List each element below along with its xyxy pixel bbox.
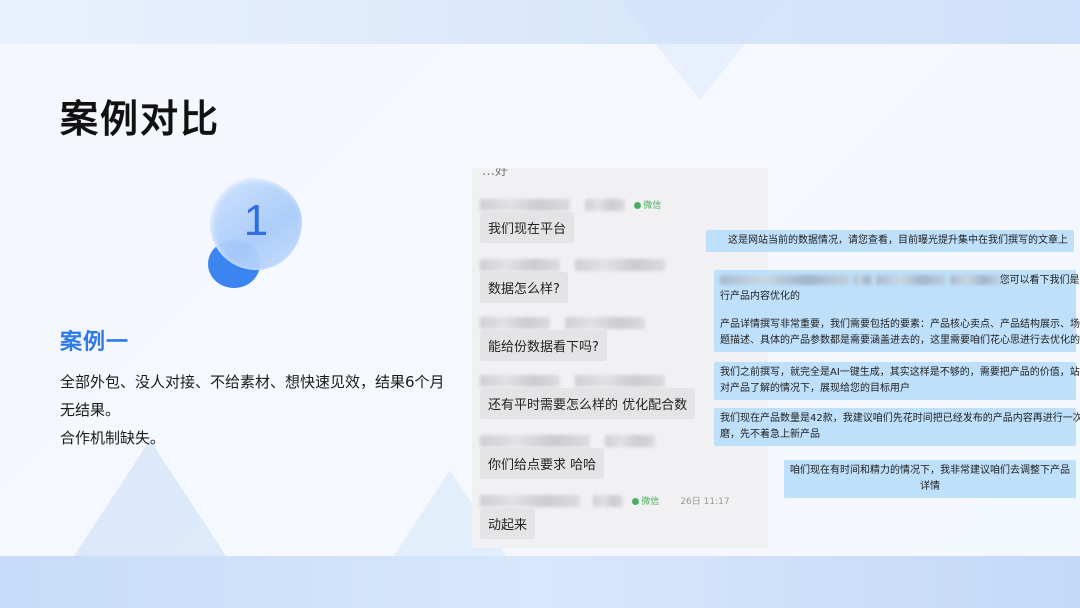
blurred-name: [480, 374, 560, 387]
chat-bubble: 还有平时需要怎么样的 优化配合数: [480, 388, 696, 419]
sender-row: [480, 430, 656, 447]
decor-triangle: [620, 0, 780, 100]
background-bottom-band: [0, 556, 1080, 608]
blurred-name: [480, 198, 570, 211]
blurred-text: [949, 275, 1000, 285]
case-line: 全部外包、没人对接、不给素材、想快速见效，结果6个月: [60, 373, 445, 391]
sender-row: [480, 254, 666, 271]
wechat-icon: [634, 202, 642, 209]
blurred-text: [853, 275, 874, 285]
sender-row: 微信: [480, 194, 661, 211]
blurred-name: [575, 258, 666, 271]
blurred-text: [876, 275, 947, 285]
wechat-icon: [632, 498, 640, 505]
page-title: 案例对比: [60, 97, 221, 141]
agency-chat-screenshot: 这是网站当前的数据情况，请您查看，目前曝光提升集中在我们撰写的文章上 您可以看下…: [700, 218, 1080, 518]
chat-bubble: 数据怎么样?: [480, 272, 568, 303]
background-top-band: [0, 0, 1080, 44]
chat-bubble: 您可以看下我们是怎么进 行产品内容优化的 产品详情撰写非常重要，我们需要包括的要…: [714, 270, 1080, 352]
blurred-name: [480, 494, 580, 507]
chat-bubble: 能给份数据看下吗?: [480, 330, 607, 361]
blurred-name: [575, 374, 666, 387]
chat-bubble: 你们给点要求 哈哈: [480, 448, 605, 479]
case-line: 合作机制缺失。: [60, 429, 166, 447]
blurred-text: [720, 275, 850, 285]
chat-bubble: 动起来: [480, 508, 536, 539]
cut-off-message: …好: [482, 168, 509, 179]
chat-bubble: 我们现在产品数量是42款，我建议咱们先花时间把已经发布的产品内容再进行一次打 磨…: [714, 408, 1080, 446]
blurred-name: [565, 316, 646, 329]
case-description: 全部外包、没人对接、不给素材、想快速见效，结果6个月 无结果。 合作机制缺失。: [60, 368, 470, 452]
case-number-badge: 1: [208, 178, 308, 290]
badge-number: 1: [243, 196, 269, 245]
wechat-tag: 微信: [632, 494, 659, 507]
blurred-name: [480, 434, 590, 447]
wechat-tag: 微信: [634, 198, 661, 211]
chat-bubble: 我们现在平台: [480, 212, 575, 243]
chat-bubble: 我们之前撰写，就完全是AI一键生成，其实这样是不够的，需要把产品的价值，站在您 …: [714, 362, 1080, 400]
blurred-name: [605, 434, 656, 447]
blurred-name: [593, 494, 624, 507]
blurred-name: [480, 258, 560, 271]
sender-row: [480, 370, 666, 387]
sender-row: 微信 26日 11:17: [480, 490, 730, 507]
sender-row: [480, 312, 646, 329]
chat-bubble: 咱们现在有时间和精力的情况下，我非常建议咱们去调整下产品详情: [784, 460, 1076, 498]
case-line: 无结果。: [60, 401, 121, 419]
case-heading: 案例一: [60, 330, 130, 355]
blurred-name: [585, 198, 626, 211]
blurred-name: [480, 316, 550, 329]
chat-bubble: 这是网站当前的数据情况，请您查看，目前曝光提升集中在我们撰写的文章上: [706, 230, 1074, 252]
